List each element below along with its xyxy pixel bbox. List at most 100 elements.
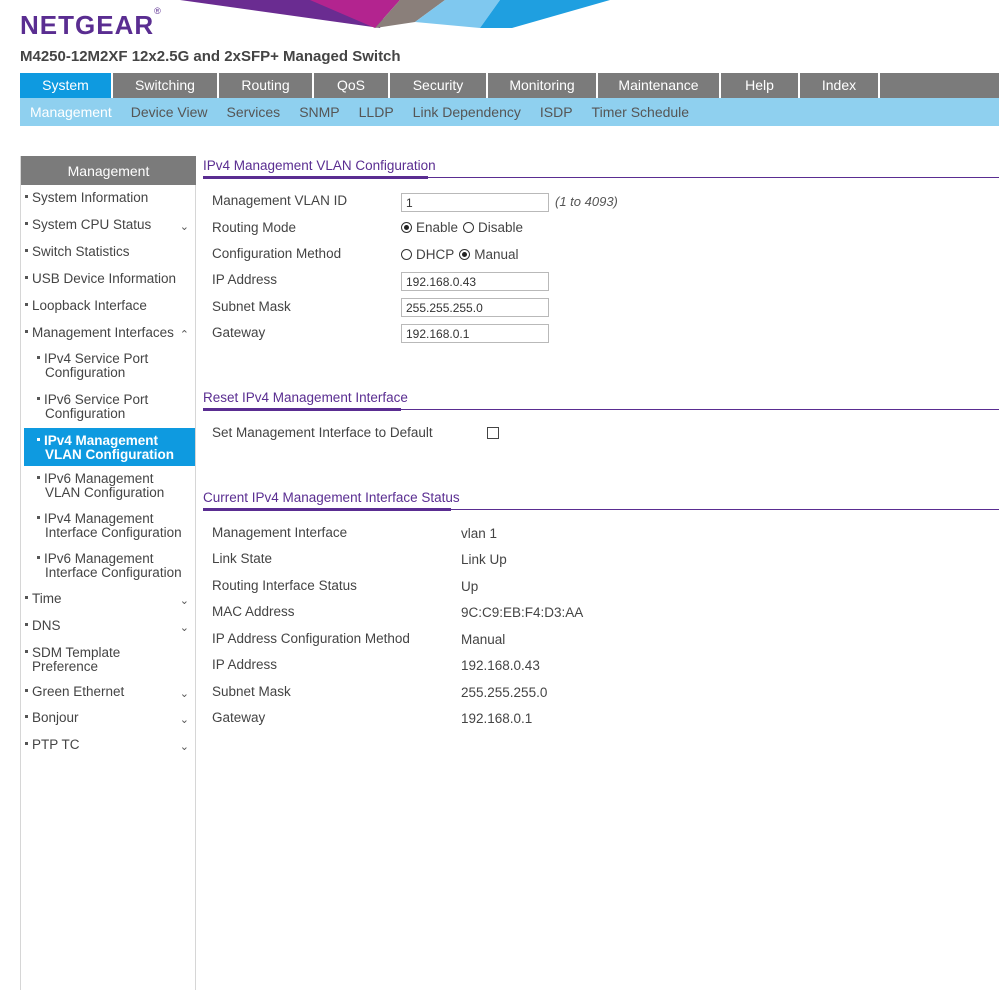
sidebar-subitem-ipv4-management-interface[interactable]: IPv4 Management Interface Configuration — [37, 512, 197, 540]
tab-index[interactable]: Index — [800, 73, 880, 98]
tab-security[interactable]: Security — [390, 73, 488, 98]
subtab-link-dependency[interactable]: Link Dependency — [413, 104, 521, 120]
subtab-device-view[interactable]: Device View — [131, 104, 208, 120]
sidebar-item-label: DNS — [32, 618, 61, 633]
sidebar-subitem-ipv4-service-port[interactable]: IPv4 Service Port Configuration — [37, 352, 197, 380]
status-value-ip-address: 192.168.0.43 — [461, 658, 540, 673]
bullet-icon — [25, 649, 28, 653]
sub-navigation: Management Device View Services SNMP LLD… — [20, 98, 999, 126]
tab-system[interactable]: System — [20, 73, 113, 98]
tab-help[interactable]: Help — [721, 73, 800, 98]
sidebar-item-dns[interactable]: DNS ⌄ — [25, 618, 195, 634]
bullet-icon — [37, 396, 40, 400]
subnet-mask-label: Subnet Mask — [212, 299, 291, 314]
sidebar-item-label: Time — [32, 591, 62, 606]
sidebar-item-switch-statistics[interactable]: Switch Statistics — [25, 245, 195, 259]
sidebar-subitem-label: IPv6 Management — [44, 551, 154, 566]
sidebar-item-bonjour[interactable]: Bonjour ⌄ — [25, 711, 195, 726]
status-value-gateway: 192.168.0.1 — [461, 711, 533, 726]
mgmt-vlan-input[interactable] — [401, 193, 549, 212]
sidebar-item-label: Management Interfaces — [32, 325, 174, 340]
sidebar-item-system-information[interactable]: System Information — [25, 191, 195, 205]
bullet-icon — [25, 221, 28, 225]
tab-routing[interactable]: Routing — [219, 73, 314, 98]
config-dhcp-radio[interactable] — [401, 249, 412, 260]
chevron-down-icon: ⌄ — [179, 595, 189, 607]
sidebar-item-label: PTP TC — [32, 737, 80, 752]
sidebar-subitem-ipv6-management-vlan[interactable]: IPv6 Management VLAN Configuration — [37, 472, 197, 500]
subtab-services[interactable]: Services — [227, 104, 281, 120]
config-manual-radio[interactable] — [459, 249, 471, 260]
routing-enable-radio[interactable] — [401, 222, 412, 233]
status-label-subnet-mask: Subnet Mask — [212, 684, 291, 699]
config-method-label: Configuration Method — [212, 246, 342, 261]
bullet-icon — [25, 688, 28, 692]
bullet-icon — [37, 475, 40, 479]
subtab-management[interactable]: Management — [30, 104, 112, 120]
vlan-config-divider — [203, 176, 999, 179]
subtab-isdp[interactable]: ISDP — [540, 104, 573, 120]
bullet-icon — [37, 355, 40, 359]
sidebar-item-system-cpu-status[interactable]: System CPU Status ⌄ — [25, 218, 195, 233]
routing-enable-label: Enable — [416, 220, 459, 235]
sidebar-subitem-label: Interface Configuration — [45, 565, 182, 580]
subtab-snmp[interactable]: SNMP — [299, 104, 339, 120]
chevron-down-icon: ⌄ — [179, 221, 189, 233]
sidebar-item-label: SDM Template — [32, 645, 121, 660]
sidebar-item-loopback-interface[interactable]: Loopback Interface — [25, 299, 195, 313]
status-value-ip-config-method: Manual — [461, 632, 506, 647]
routing-disable-label: Disable — [478, 220, 524, 235]
bullet-icon — [25, 741, 28, 745]
chevron-down-icon: ⌄ — [179, 622, 189, 634]
tab-maintenance[interactable]: Maintenance — [598, 73, 721, 98]
status-divider — [203, 508, 999, 511]
netgear-logo: NETGEAR® — [20, 6, 162, 41]
status-value-subnet-mask: 255.255.255.0 — [461, 685, 548, 700]
set-default-checkbox[interactable] — [487, 427, 499, 439]
ip-address-input[interactable] — [401, 272, 549, 291]
sidebar-item-time[interactable]: Time ⌄ — [25, 591, 195, 607]
sidebar-subitem-label: IPv4 Service Port — [44, 351, 149, 366]
sidebar-subitem-label: IPv4 Management — [44, 433, 159, 448]
status-label-management-interface: Management Interface — [212, 525, 348, 540]
main-navigation: System Switching Routing QoS Security Mo… — [20, 73, 999, 98]
sidebar-item-management-interfaces[interactable]: Management Interfaces ⌃ — [25, 325, 195, 341]
gateway-input[interactable] — [401, 324, 549, 343]
status-value-routing-interface: Up — [461, 579, 479, 594]
sidebar-subitem-ipv4-management-vlan[interactable]: IPv4 Management VLAN Configuration — [37, 434, 197, 462]
tab-switching[interactable]: Switching — [113, 73, 219, 98]
chevron-down-icon: ⌄ — [179, 741, 189, 753]
status-value-management-interface: vlan 1 — [461, 526, 498, 541]
sidebar-item-usb-device-information[interactable]: USB Device Information — [25, 272, 195, 286]
subnet-mask-input[interactable] — [401, 298, 549, 317]
sidebar-item-ptp-tc[interactable]: PTP TC ⌄ — [25, 737, 195, 753]
sidebar-item-sdm-template-preference[interactable]: SDM Template Preference — [25, 646, 195, 674]
brand-text: NETGEAR — [20, 10, 155, 40]
status-value-link-state: Link Up — [461, 552, 507, 567]
sidebar-item-label: System Information — [32, 190, 149, 205]
routing-disable-radio[interactable] — [463, 222, 475, 233]
sidebar-subitem-label: IPv4 Management — [44, 511, 154, 526]
sidebar-item-label: Preference — [32, 659, 99, 674]
subtab-timer-schedule[interactable]: Timer Schedule — [592, 104, 690, 120]
bullet-icon — [37, 437, 40, 441]
bullet-icon — [37, 555, 40, 559]
routing-mode-label: Routing Mode — [212, 220, 297, 235]
tab-qos[interactable]: QoS — [314, 73, 390, 98]
sidebar-subitem-ipv6-management-interface[interactable]: IPv6 Management Interface Configuration — [37, 552, 197, 580]
sidebar-subitem-label: Configuration — [45, 406, 126, 421]
device-model-title: M4250-12M2XF 12x2.5G and 2xSFP+ Managed … — [20, 48, 401, 65]
bullet-icon — [25, 595, 28, 599]
tab-monitoring[interactable]: Monitoring — [488, 73, 598, 98]
status-label-gateway: Gateway — [212, 710, 266, 725]
sidebar-subitem-ipv6-service-port[interactable]: IPv6 Service Port Configuration — [37, 393, 197, 421]
bullet-icon — [25, 622, 28, 626]
header-banner-graphic — [180, 0, 610, 28]
status-label-mac-address: MAC Address — [212, 604, 295, 619]
sidebar-item-green-ethernet[interactable]: Green Ethernet ⌄ — [25, 684, 195, 700]
status-label-link-state: Link State — [212, 551, 273, 566]
config-manual-label: Manual — [474, 247, 519, 262]
chevron-down-icon: ⌄ — [179, 714, 189, 726]
subtab-lldp[interactable]: LLDP — [359, 104, 394, 120]
sidebar-item-label: Green Ethernet — [32, 684, 125, 699]
